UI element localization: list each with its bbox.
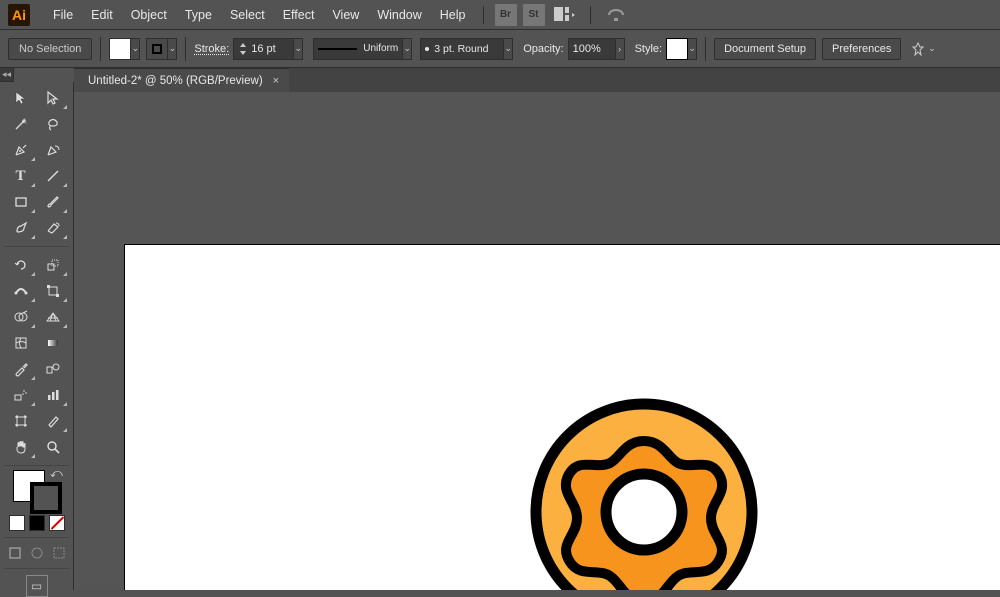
menu-select[interactable]: Select — [221, 4, 274, 26]
draw-normal-icon[interactable] — [6, 544, 24, 562]
document-tab[interactable]: Untitled-2* @ 50% (RGB/Preview) × — [74, 68, 289, 92]
chevron-down-icon[interactable]: ⌄ — [403, 38, 412, 60]
gradient-mode-button[interactable] — [29, 515, 45, 531]
direct-selection-tool[interactable] — [38, 86, 68, 110]
none-mode-button[interactable] — [49, 515, 65, 531]
stroke-control[interactable]: ⌄ — [146, 38, 177, 60]
menu-effect[interactable]: Effect — [274, 4, 324, 26]
close-icon[interactable]: × — [273, 75, 279, 87]
document-setup-button[interactable]: Document Setup — [714, 38, 816, 60]
opacity-input[interactable] — [568, 38, 616, 60]
panel-collapse-handle[interactable]: ◂◂ — [0, 68, 14, 82]
selection-indicator: No Selection — [8, 38, 92, 60]
column-graph-tool[interactable] — [38, 383, 68, 407]
fill-swatch[interactable] — [109, 38, 131, 60]
blend-tool[interactable] — [38, 357, 68, 381]
menu-edit[interactable]: Edit — [82, 4, 122, 26]
artboard-tool[interactable] — [6, 409, 36, 433]
brush-definition[interactable]: 3 pt. Round — [420, 38, 504, 60]
chevron-down-icon[interactable]: ⌄ — [927, 38, 936, 60]
stroke-weight-field[interactable] — [251, 43, 289, 55]
color-mode-button[interactable] — [9, 515, 25, 531]
chevron-down-icon[interactable]: ⌄ — [131, 38, 140, 60]
chevron-down-icon[interactable]: ⌄ — [168, 38, 177, 60]
slice-tool[interactable] — [38, 409, 68, 433]
line-segment-tool[interactable] — [38, 164, 68, 188]
divider — [590, 6, 591, 24]
eraser-tool[interactable] — [38, 216, 68, 240]
chevron-down-icon[interactable]: ⌄ — [688, 38, 697, 60]
menu-type[interactable]: Type — [176, 4, 221, 26]
free-transform-tool[interactable] — [38, 279, 68, 303]
scale-tool[interactable] — [38, 253, 68, 277]
document-tab-title: Untitled-2* @ 50% (RGB/Preview) — [88, 75, 263, 87]
curvature-tool[interactable] — [38, 138, 68, 162]
app-logo: Ai — [8, 4, 30, 26]
pen-tool[interactable] — [6, 138, 36, 162]
draw-behind-icon[interactable] — [28, 544, 46, 562]
screen-mode-button[interactable]: ▭ — [26, 575, 48, 597]
pin-icon[interactable] — [909, 40, 927, 58]
document-tab-bar: Untitled-2* @ 50% (RGB/Preview) × — [74, 68, 1000, 92]
menu-view[interactable]: View — [323, 4, 368, 26]
rectangle-tool[interactable] — [6, 190, 36, 214]
stroke-swatch[interactable] — [146, 38, 168, 60]
symbol-sprayer-tool[interactable] — [6, 383, 36, 407]
brush-label: 3 pt. Round — [434, 43, 488, 55]
donut-artwork[interactable] — [528, 396, 760, 590]
menu-bar: Ai File Edit Object Type Select Effect V… — [0, 0, 1000, 30]
menu-help[interactable]: Help — [431, 4, 475, 26]
eyedropper-tool[interactable] — [6, 357, 36, 381]
stock-icon[interactable]: St — [523, 4, 545, 26]
stroke-indicator[interactable] — [30, 482, 62, 514]
divider — [100, 37, 101, 61]
stroke-weight-input[interactable] — [233, 38, 294, 60]
type-tool[interactable]: T — [6, 164, 36, 188]
menu-object[interactable]: Object — [122, 4, 176, 26]
perspective-grid-tool[interactable] — [38, 305, 68, 329]
graphic-style-swatch[interactable] — [666, 38, 688, 60]
paintbrush-tool[interactable] — [38, 190, 68, 214]
bridge-icon[interactable]: Br — [495, 4, 517, 26]
shaper-tool[interactable] — [6, 216, 36, 240]
chevron-down-icon[interactable]: ⌄ — [504, 38, 513, 60]
profile-label: Uniform — [363, 43, 398, 54]
width-tool[interactable] — [6, 279, 36, 303]
fill-stroke-control[interactable]: ⤺ — [4, 465, 69, 513]
chevron-down-icon[interactable]: ⌄ — [294, 38, 303, 60]
chevron-right-icon[interactable]: › — [616, 38, 625, 60]
shape-builder-tool[interactable] — [6, 305, 36, 329]
style-label: Style: — [635, 43, 663, 55]
variable-width-profile[interactable]: Uniform — [313, 38, 403, 60]
zoom-tool[interactable] — [38, 435, 68, 459]
divider — [483, 6, 484, 24]
control-bar: No Selection ⌄ ⌄ Stroke: ⌄ Uniform ⌄ 3 p… — [0, 30, 1000, 68]
divider — [705, 37, 706, 61]
gpu-preview-icon[interactable] — [605, 4, 627, 26]
gradient-tool[interactable] — [38, 331, 68, 355]
divider — [185, 37, 186, 61]
hand-tool[interactable] — [6, 435, 36, 459]
tool-bar: T ⤺ ▭ — [0, 82, 74, 590]
menu-file[interactable]: File — [44, 4, 82, 26]
mesh-tool[interactable] — [6, 331, 36, 355]
rotate-tool[interactable] — [6, 253, 36, 277]
fill-control[interactable]: ⌄ — [109, 38, 140, 60]
selection-tool[interactable] — [6, 86, 36, 110]
stroke-label[interactable]: Stroke: — [194, 43, 229, 55]
swap-fill-stroke-icon[interactable]: ⤺ — [50, 466, 63, 481]
arrange-documents-icon[interactable] — [554, 7, 576, 23]
draw-inside-icon[interactable] — [50, 544, 68, 562]
magic-wand-tool[interactable] — [6, 112, 36, 136]
menu-window[interactable]: Window — [368, 4, 430, 26]
canvas-area[interactable] — [74, 92, 1000, 590]
lasso-tool[interactable] — [38, 112, 68, 136]
opacity-field[interactable] — [573, 43, 611, 55]
opacity-label[interactable]: Opacity: — [523, 43, 563, 55]
preferences-button[interactable]: Preferences — [822, 38, 901, 60]
